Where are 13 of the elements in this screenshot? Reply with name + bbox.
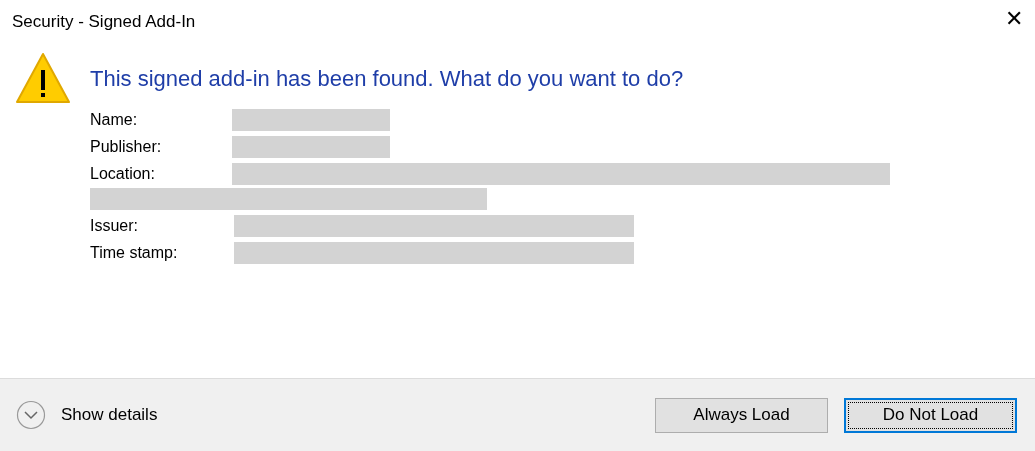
warning-icon (15, 52, 71, 104)
field-label: Issuer: (90, 216, 139, 236)
field-label: Publisher: (90, 137, 163, 157)
field-label: Time stamp: (90, 243, 179, 263)
expand-icon[interactable] (16, 400, 46, 430)
dialog-button[interactable]: Always Load (655, 397, 828, 433)
show-details-link[interactable]: Show details (61, 402, 158, 428)
close-button[interactable]: ✕ (993, 8, 1035, 30)
dialog-button[interactable]: Do Not Load (844, 397, 1017, 433)
dialog-heading: This signed add-in has been found. What do you want to do? (90, 65, 685, 93)
field-label: Name: (90, 110, 139, 130)
field-label: Location: (90, 164, 156, 184)
window-title: Security - Signed Add-In (11, 11, 196, 33)
